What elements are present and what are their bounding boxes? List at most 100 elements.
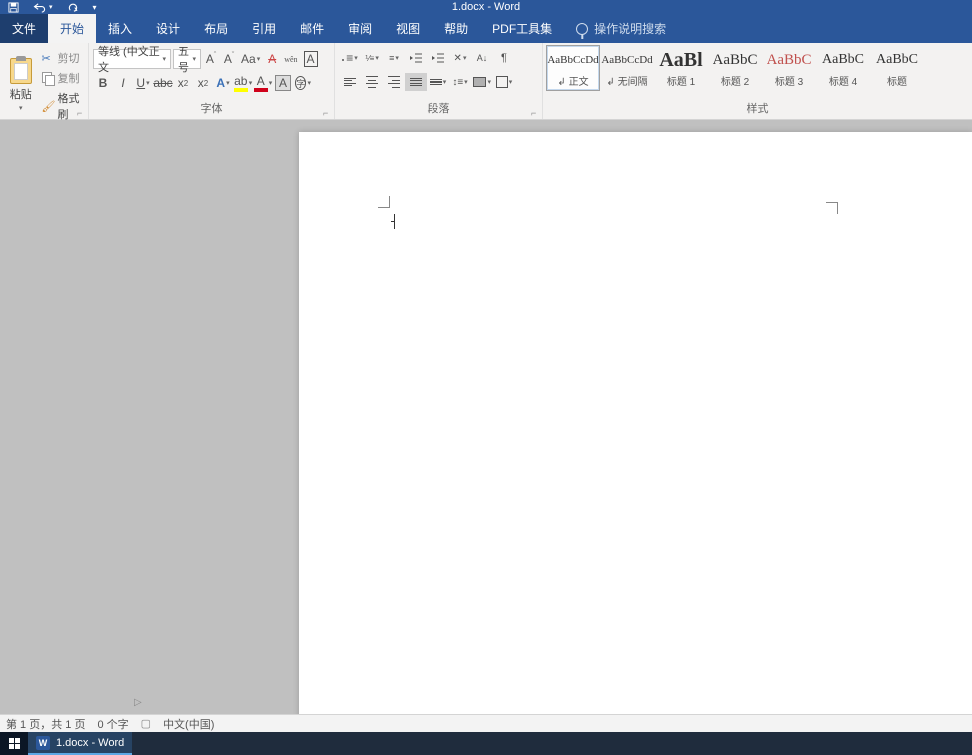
quick-access-toolbar: ▾ ▾: [0, 2, 97, 13]
asian-layout-button[interactable]: ✕: [449, 49, 471, 67]
copy-button[interactable]: 复制: [40, 69, 84, 87]
italic-button[interactable]: I: [113, 73, 133, 93]
page-margin-marker-tl: [378, 196, 390, 208]
tell-me-label: 操作说明搜索: [594, 20, 666, 37]
grow-font-button[interactable]: Aˆ: [203, 49, 219, 69]
numbering-button[interactable]: ⅟≡: [361, 49, 383, 67]
paste-button[interactable]: 粘贴 ▾: [4, 47, 38, 123]
menu-mailings[interactable]: 邮件: [288, 14, 336, 43]
phonetic-guide-button[interactable]: wên: [282, 49, 299, 69]
style-heading-3[interactable]: AaBbC 标题 3: [762, 45, 816, 91]
style-name: 标题 4: [829, 73, 857, 88]
menu-file[interactable]: 文件: [0, 14, 48, 43]
align-left-button[interactable]: [339, 73, 361, 91]
menu-view[interactable]: 视图: [384, 14, 432, 43]
style-preview: AaBl: [659, 49, 702, 71]
style-name: ↲ 无间隔: [606, 73, 647, 88]
menu-pdf-tools[interactable]: PDF工具集: [480, 14, 564, 43]
proofing-icon[interactable]: ▢: [141, 717, 151, 730]
style-name: 标题: [887, 73, 907, 88]
style-heading-2[interactable]: AaBbC 标题 2: [708, 45, 762, 91]
start-button[interactable]: [0, 732, 28, 755]
window-title: 1.docx - Word: [452, 1, 520, 13]
sort-button[interactable]: A↓: [471, 49, 493, 67]
character-border-button[interactable]: A: [302, 49, 320, 69]
shading-button[interactable]: [471, 73, 493, 91]
style-heading-4[interactable]: AaBbC 标题 4: [816, 45, 870, 91]
document-page[interactable]: [299, 132, 972, 714]
menu-references[interactable]: 引用: [240, 14, 288, 43]
underline-button[interactable]: U: [133, 73, 153, 93]
style-preview: AaBbCcDd: [601, 49, 652, 71]
styles-group-label: 样式: [543, 98, 972, 119]
menu-review[interactable]: 审阅: [336, 14, 384, 43]
word-count[interactable]: 0 个字: [97, 716, 128, 732]
multilevel-list-button[interactable]: ≡: [383, 49, 405, 67]
qat-customize-icon[interactable]: ▾: [93, 3, 97, 12]
font-size-value: 五号: [178, 43, 192, 75]
font-name-value: 等线 (中文正文: [98, 43, 162, 75]
page-margin-marker-tr: [826, 202, 838, 214]
style-preview: AaBbC: [822, 49, 864, 71]
copy-label: 复制: [58, 70, 80, 86]
page-info[interactable]: 第 1 页，共 1 页: [6, 716, 85, 732]
taskbar-task-label: 1.docx - Word: [56, 737, 124, 749]
highlight-button[interactable]: ab: [233, 73, 253, 93]
taskbar-word-task[interactable]: W 1.docx - Word: [28, 732, 132, 755]
menu-home[interactable]: 开始: [48, 14, 96, 43]
lightbulb-icon: [576, 23, 588, 35]
paragraph-launcher-icon[interactable]: ⌐: [531, 108, 539, 116]
text-effects-button[interactable]: A: [213, 73, 233, 93]
style-normal[interactable]: AaBbCcDd ↲ 正文: [546, 45, 600, 91]
shrink-font-button[interactable]: Aˇ: [221, 49, 237, 69]
style-gallery: AaBbCcDd ↲ 正文 AaBbCcDd ↲ 无间隔 AaBl 标题 1 A…: [543, 43, 927, 91]
enclose-characters-button[interactable]: 字: [293, 73, 313, 93]
align-right-button[interactable]: [383, 73, 405, 91]
strikethrough-button[interactable]: abc: [153, 73, 173, 93]
clear-formatting-button[interactable]: A: [264, 49, 280, 69]
align-center-button[interactable]: [361, 73, 383, 91]
style-preview: AaBbC: [876, 49, 918, 71]
redo-icon[interactable]: [67, 2, 79, 13]
distributed-button[interactable]: [427, 73, 449, 91]
document-area: ▷: [0, 120, 972, 714]
cut-label: 剪切: [58, 50, 80, 66]
font-color-button[interactable]: A: [253, 73, 273, 93]
subscript-button[interactable]: x2: [173, 73, 193, 93]
superscript-button[interactable]: x2: [193, 73, 213, 93]
menu-layout[interactable]: 布局: [192, 14, 240, 43]
clipboard-launcher-icon[interactable]: ⌐: [77, 108, 85, 116]
font-name-select[interactable]: 等线 (中文正文▾: [93, 49, 171, 69]
copy-icon: [42, 72, 54, 84]
scissors-icon: ✂: [42, 52, 54, 64]
font-launcher-icon[interactable]: ⌐: [323, 108, 331, 116]
style-no-spacing[interactable]: AaBbCcDd ↲ 无间隔: [600, 45, 654, 91]
borders-button[interactable]: [493, 73, 515, 91]
bold-button[interactable]: B: [93, 73, 113, 93]
document-margin-area: ▷: [0, 120, 299, 714]
cut-button[interactable]: ✂ 剪切: [40, 49, 84, 67]
styles-group: AaBbCcDd ↲ 正文 AaBbCcDd ↲ 无间隔 AaBl 标题 1 A…: [543, 43, 972, 119]
justify-button[interactable]: [405, 73, 427, 91]
menu-help[interactable]: 帮助: [432, 14, 480, 43]
increase-indent-button[interactable]: [427, 49, 449, 67]
save-icon[interactable]: [8, 2, 19, 13]
decrease-indent-button[interactable]: [405, 49, 427, 67]
menu-design[interactable]: 设计: [144, 14, 192, 43]
font-size-select[interactable]: 五号▾: [173, 49, 201, 69]
menu-insert[interactable]: 插入: [96, 14, 144, 43]
show-marks-button[interactable]: ¶: [493, 49, 515, 67]
menu-bar: 文件 开始 插入 设计 布局 引用 邮件 审阅 视图 帮助 PDF工具集 操作说…: [0, 14, 972, 43]
style-heading-1[interactable]: AaBl 标题 1: [654, 45, 708, 91]
taskbar: W 1.docx - Word: [0, 732, 972, 755]
character-shading-button[interactable]: A: [273, 73, 293, 93]
line-spacing-button[interactable]: ↕≡: [449, 73, 471, 91]
font-group-label: 字体: [89, 98, 334, 119]
tell-me-search[interactable]: 操作说明搜索: [564, 14, 666, 43]
language-status[interactable]: 中文(中国): [163, 716, 214, 732]
change-case-button[interactable]: Aa: [239, 49, 262, 69]
style-title[interactable]: AaBbC 标题: [870, 45, 924, 91]
style-name: 标题 3: [775, 73, 803, 88]
bullets-button[interactable]: ≡: [339, 49, 361, 67]
undo-icon[interactable]: ▾: [33, 2, 53, 13]
